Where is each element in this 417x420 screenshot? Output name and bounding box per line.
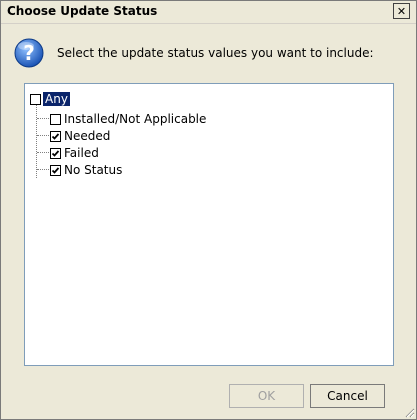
any-checkbox[interactable] bbox=[30, 93, 41, 105]
tree-connector bbox=[37, 169, 49, 170]
tree-connector-vertical bbox=[36, 103, 37, 178]
status-tree[interactable]: Any Installed/Not Applicable Needed Fail… bbox=[24, 83, 394, 366]
choose-update-status-dialog: Choose Update Status ✕ ? Select the upda… bbox=[0, 0, 417, 420]
tree-connector bbox=[37, 152, 49, 153]
checkmark-icon bbox=[51, 132, 60, 140]
tree-node-label: Any bbox=[43, 92, 70, 106]
close-button[interactable]: ✕ bbox=[393, 3, 410, 19]
tree-node-label: Installed/Not Applicable bbox=[64, 112, 207, 126]
tree-node-label: No Status bbox=[64, 163, 123, 177]
close-icon: ✕ bbox=[396, 4, 407, 18]
svg-text:?: ? bbox=[23, 41, 35, 65]
checkmark-icon bbox=[51, 166, 60, 174]
tree-node-needed[interactable]: Needed bbox=[50, 128, 110, 144]
window-title: Choose Update Status bbox=[7, 4, 158, 18]
failed-checkbox[interactable] bbox=[50, 147, 61, 159]
title-bar[interactable]: Choose Update Status ✕ bbox=[1, 1, 416, 24]
tree-node-label: Needed bbox=[64, 129, 111, 143]
header-row: ? Select the update status values you wa… bbox=[13, 37, 403, 69]
help-question-icon: ? bbox=[14, 38, 44, 68]
tree-node-any[interactable]: Any bbox=[30, 91, 70, 107]
tree-connector bbox=[37, 135, 49, 136]
ok-button[interactable]: OK bbox=[229, 384, 304, 408]
tree-connector bbox=[37, 118, 49, 119]
tree-node-no-status[interactable]: No Status bbox=[50, 162, 122, 178]
tree-node-label: Failed bbox=[64, 146, 99, 160]
tree-node-failed[interactable]: Failed bbox=[50, 145, 99, 161]
prompt-text: Select the update status values you want… bbox=[57, 46, 374, 60]
installed-not-applicable-checkbox[interactable] bbox=[50, 113, 61, 125]
checkmark-icon bbox=[51, 149, 60, 157]
needed-checkbox[interactable] bbox=[50, 130, 61, 142]
cancel-button[interactable]: Cancel bbox=[310, 384, 385, 408]
resize-grip-icon[interactable] bbox=[403, 406, 415, 418]
tree-node-installed-not-applicable[interactable]: Installed/Not Applicable bbox=[50, 111, 206, 127]
no-status-checkbox[interactable] bbox=[50, 164, 61, 176]
